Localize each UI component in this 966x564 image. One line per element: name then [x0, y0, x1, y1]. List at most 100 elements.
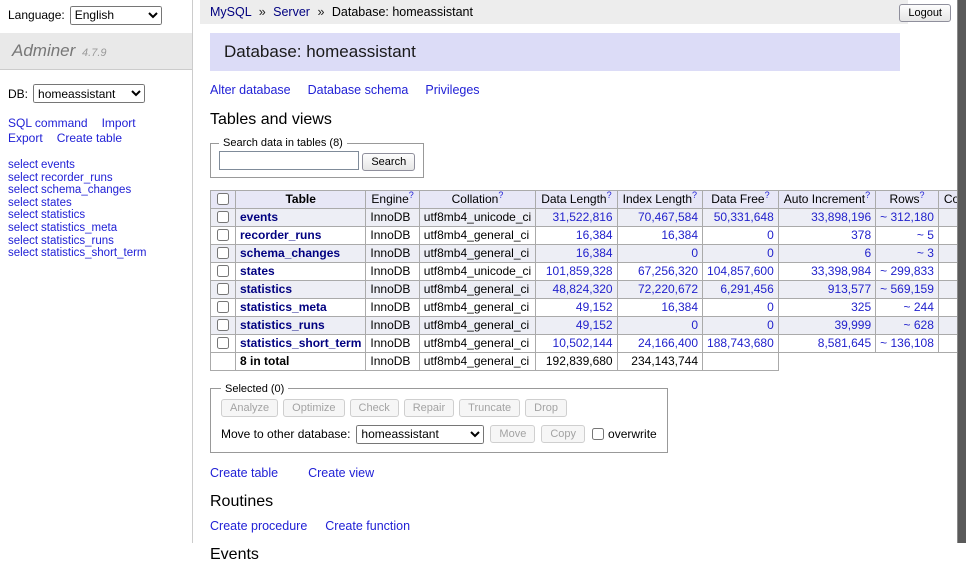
db-action-link[interactable]: Privileges [425, 83, 479, 97]
sidebar-action-link[interactable]: Export [8, 131, 43, 146]
bulk-action-button[interactable]: Check [350, 399, 399, 417]
select-data-link[interactable]: select [8, 222, 38, 234]
table-structure-link[interactable]: events [41, 159, 75, 171]
language-select[interactable]: English [70, 6, 162, 25]
table-structure-link[interactable]: statistics_short_term [41, 247, 146, 259]
create-link[interactable]: Create table [210, 466, 278, 480]
bulk-action-button[interactable]: Analyze [221, 399, 278, 417]
auto-increment-link[interactable]: 33,898,196 [811, 210, 871, 224]
select-data-link[interactable]: select [8, 209, 38, 221]
row-checkbox[interactable] [217, 283, 229, 295]
create-link[interactable]: Create view [308, 466, 374, 480]
rows-count-link[interactable]: ~ 299,833 [880, 264, 934, 278]
help-link[interactable]: ? [409, 190, 414, 200]
db-action-link[interactable]: Alter database [210, 83, 291, 97]
search-input[interactable] [219, 151, 359, 170]
index-length-link[interactable]: 24,166,400 [638, 336, 698, 350]
row-checkbox[interactable] [217, 265, 229, 277]
data-free-link[interactable]: 50,331,648 [714, 210, 774, 224]
help-link[interactable]: ? [498, 190, 503, 200]
table-name-link[interactable]: statistics [240, 282, 292, 296]
data-free-link[interactable]: 188,743,680 [707, 336, 774, 350]
table-name-link[interactable]: schema_changes [240, 246, 340, 260]
data-free-link[interactable]: 6,291,456 [720, 282, 773, 296]
row-checkbox[interactable] [217, 319, 229, 331]
routine-link[interactable]: Create function [325, 519, 410, 533]
table-name-link[interactable]: states [240, 264, 275, 278]
auto-increment-link[interactable]: 325 [851, 300, 871, 314]
select-data-link[interactable]: select [8, 184, 38, 196]
bulk-action-button[interactable]: Drop [525, 399, 567, 417]
help-link[interactable]: ? [607, 190, 612, 200]
auto-increment-link[interactable]: 8,581,645 [818, 336, 871, 350]
db-select[interactable]: homeassistant [33, 84, 145, 103]
index-length-link[interactable]: 70,467,584 [638, 210, 698, 224]
table-structure-link[interactable]: statistics_meta [41, 222, 117, 234]
data-length-link[interactable]: 10,502,144 [553, 336, 613, 350]
help-link[interactable]: ? [865, 190, 870, 200]
move-db-select[interactable]: homeassistant [356, 425, 484, 444]
rows-count-link[interactable]: ~ 628 [904, 318, 934, 332]
row-checkbox[interactable] [217, 229, 229, 241]
index-length-link[interactable]: 0 [691, 246, 698, 260]
data-length-link[interactable]: 49,152 [576, 318, 613, 332]
db-action-link[interactable]: Database schema [308, 83, 409, 97]
move-button[interactable]: Move [490, 425, 535, 443]
bulk-action-button[interactable]: Truncate [459, 399, 520, 417]
table-structure-link[interactable]: states [41, 197, 72, 209]
data-length-link[interactable]: 16,384 [576, 246, 613, 260]
select-data-link[interactable]: select [8, 235, 38, 247]
data-length-link[interactable]: 49,152 [576, 300, 613, 314]
bulk-action-button[interactable]: Optimize [283, 399, 344, 417]
data-length-link[interactable]: 16,384 [576, 228, 613, 242]
row-checkbox[interactable] [217, 211, 229, 223]
data-length-link[interactable]: 31,522,816 [553, 210, 613, 224]
index-length-link[interactable]: 0 [691, 318, 698, 332]
table-structure-link[interactable]: statistics [41, 209, 85, 221]
table-structure-link[interactable]: statistics_runs [41, 235, 114, 247]
sidebar-action-link[interactable]: Create table [57, 131, 122, 146]
select-data-link[interactable]: select [8, 159, 38, 171]
auto-increment-link[interactable]: 378 [851, 228, 871, 242]
adminer-logo-link[interactable]: Adminer [12, 41, 75, 60]
data-free-link[interactable]: 0 [767, 228, 774, 242]
table-name-link[interactable]: statistics_meta [240, 300, 327, 314]
routine-link[interactable]: Create procedure [210, 519, 307, 533]
table-name-link[interactable]: statistics_runs [240, 318, 325, 332]
table-structure-link[interactable]: schema_changes [41, 184, 131, 196]
auto-increment-link[interactable]: 6 [864, 246, 871, 260]
sidebar-action-link[interactable]: SQL command [8, 116, 88, 131]
select-data-link[interactable]: select [8, 247, 38, 259]
rows-count-link[interactable]: ~ 312,180 [880, 210, 934, 224]
overwrite-checkbox[interactable] [592, 428, 604, 440]
index-length-link[interactable]: 16,384 [661, 300, 698, 314]
data-free-link[interactable]: 0 [767, 318, 774, 332]
breadcrumb-mysql-link[interactable]: MySQL [210, 5, 251, 19]
row-checkbox[interactable] [217, 337, 229, 349]
rows-count-link[interactable]: ~ 136,108 [880, 336, 934, 350]
index-length-link[interactable]: 72,220,672 [638, 282, 698, 296]
auto-increment-link[interactable]: 39,999 [834, 318, 871, 332]
index-length-link[interactable]: 67,256,320 [638, 264, 698, 278]
auto-increment-link[interactable]: 913,577 [828, 282, 871, 296]
table-name-link[interactable]: events [240, 210, 278, 224]
rows-count-link[interactable]: ~ 569,159 [880, 282, 934, 296]
rows-count-link[interactable]: ~ 3 [917, 246, 934, 260]
select-all-checkbox[interactable] [217, 193, 229, 205]
row-checkbox[interactable] [217, 301, 229, 313]
sidebar-action-link[interactable]: Import [102, 116, 136, 131]
search-button[interactable]: Search [362, 153, 415, 171]
index-length-link[interactable]: 16,384 [661, 228, 698, 242]
logout-button[interactable]: Logout [899, 4, 951, 22]
data-free-link[interactable]: 0 [767, 246, 774, 260]
breadcrumb-server-link[interactable]: Server [273, 5, 310, 19]
data-length-link[interactable]: 48,824,320 [553, 282, 613, 296]
help-link[interactable]: ? [765, 190, 770, 200]
table-name-link[interactable]: statistics_short_term [240, 336, 361, 350]
select-data-link[interactable]: select [8, 197, 38, 209]
data-free-link[interactable]: 104,857,600 [707, 264, 774, 278]
rows-count-link[interactable]: ~ 5 [917, 228, 934, 242]
help-link[interactable]: ? [920, 190, 925, 200]
data-free-link[interactable]: 0 [767, 300, 774, 314]
table-structure-link[interactable]: recorder_runs [41, 172, 113, 184]
